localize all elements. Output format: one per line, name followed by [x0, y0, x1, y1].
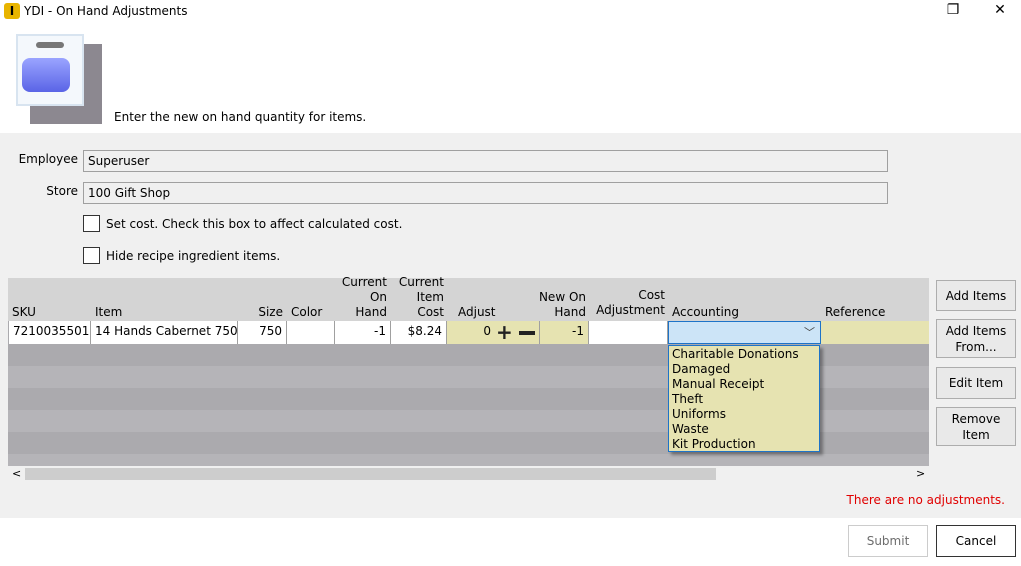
option-charitable-donations[interactable]: Charitable Donations: [672, 347, 816, 362]
scroll-right-icon[interactable]: >: [916, 467, 925, 480]
hide-recipe-checkbox[interactable]: [83, 247, 100, 264]
col-size[interactable]: Size: [238, 305, 283, 320]
grid-empty-band: [8, 454, 929, 466]
window-title: YDI - On Hand Adjustments: [24, 4, 188, 18]
remove-item-l1: Remove: [951, 411, 1001, 426]
col-item-cost[interactable]: Current Item Cost: [388, 275, 444, 320]
col-sku[interactable]: SKU: [12, 305, 36, 320]
cell-reference[interactable]: [821, 321, 929, 344]
col-accounting[interactable]: Accounting: [672, 305, 739, 320]
col-cost-adj-l1: Cost: [638, 288, 665, 302]
cancel-button[interactable]: Cancel: [936, 525, 1016, 557]
employee-field[interactable]: Superuser: [83, 150, 888, 172]
cell-new-on-hand[interactable]: -1: [540, 321, 589, 344]
maximize-button[interactable]: ❐: [933, 0, 973, 22]
package-illustration-icon: [16, 34, 106, 124]
scroll-left-icon[interactable]: <: [12, 467, 21, 480]
option-theft[interactable]: Theft: [672, 392, 816, 407]
add-items-button[interactable]: Add Items: [936, 280, 1016, 311]
col-new-on-hand[interactable]: New On Hand: [538, 290, 586, 320]
status-message: There are no adjustments.: [846, 493, 1005, 507]
store-field[interactable]: 100 Gift Shop: [83, 182, 888, 204]
col-color[interactable]: Color: [291, 305, 322, 320]
option-uniforms[interactable]: Uniforms: [672, 407, 816, 422]
chevron-down-icon[interactable]: ﹀: [804, 324, 815, 340]
grid-header: SKU Item Size Color Current On Hand Curre…: [8, 275, 929, 321]
minus-icon[interactable]: [519, 331, 535, 335]
col-on-hand[interactable]: Current On Hand: [335, 275, 387, 320]
scrollbar-thumb[interactable]: [25, 468, 716, 480]
instruction-text: Enter the new on hand quantity for items…: [114, 110, 367, 124]
cell-size[interactable]: 750: [238, 321, 287, 344]
accounting-options-list[interactable]: Charitable Donations Damaged Manual Rece…: [668, 345, 820, 452]
option-waste[interactable]: Waste: [672, 422, 816, 437]
col-item[interactable]: Item: [95, 305, 122, 320]
col-item-cost-l2: Item Cost: [416, 290, 444, 319]
add-items-from-button[interactable]: Add Items From...: [936, 319, 1016, 358]
set-cost-label: Set cost. Check this box to affect calcu…: [106, 217, 403, 231]
cell-adjust[interactable]: 0 +: [447, 320, 540, 344]
cell-item-cost[interactable]: $8.24: [391, 321, 447, 344]
close-button[interactable]: ✕: [980, 0, 1020, 22]
col-new-on-hand-l2: Hand: [554, 305, 586, 319]
cell-color[interactable]: [287, 321, 335, 344]
col-adjust[interactable]: Adjust: [458, 305, 496, 320]
cell-item[interactable]: 14 Hands Cabernet 750: [91, 321, 238, 344]
accounting-dropdown[interactable]: ﹀: [668, 321, 821, 344]
set-cost-checkbox[interactable]: [83, 215, 100, 232]
horizontal-scrollbar[interactable]: < >: [8, 466, 929, 482]
edit-item-button[interactable]: Edit Item: [936, 367, 1016, 399]
option-kit-production[interactable]: Kit Production: [672, 437, 816, 452]
store-label: Store: [46, 184, 78, 198]
col-reference[interactable]: Reference: [825, 305, 885, 320]
col-on-hand-l2: On Hand: [355, 290, 387, 319]
option-damaged[interactable]: Damaged: [672, 362, 816, 377]
plus-icon[interactable]: +: [496, 320, 513, 344]
cell-sku[interactable]: 7210035501: [9, 321, 91, 344]
add-items-from-l2: From...: [955, 339, 997, 354]
col-item-cost-l1: Current: [398, 275, 444, 289]
remove-item-l2: Item: [962, 427, 990, 442]
hide-recipe-label: Hide recipe ingredient items.: [106, 249, 281, 263]
cell-on-hand[interactable]: -1: [335, 321, 391, 344]
employee-label: Employee: [18, 152, 78, 166]
cell-cost-adjustment[interactable]: [589, 321, 668, 344]
col-on-hand-l1: Current: [341, 275, 387, 289]
app-icon: I: [4, 3, 20, 19]
col-new-on-hand-l1: New On: [538, 290, 586, 304]
option-manual-receipt[interactable]: Manual Receipt: [672, 377, 816, 392]
col-cost-adjustment[interactable]: Cost Adjustment: [588, 288, 665, 318]
submit-button[interactable]: Submit: [848, 525, 928, 557]
col-cost-adj-l2: Adjustment: [596, 303, 665, 317]
adjust-value[interactable]: 0: [451, 324, 491, 338]
remove-item-button[interactable]: Remove Item: [936, 407, 1016, 446]
add-items-from-l1: Add Items: [945, 323, 1007, 338]
